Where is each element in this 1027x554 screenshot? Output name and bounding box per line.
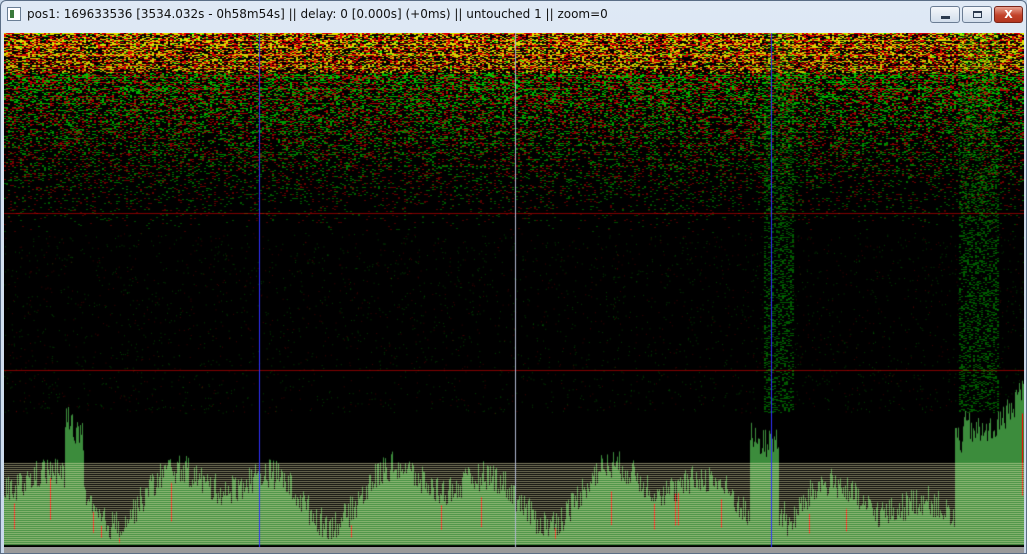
title-bar[interactable]: pos1: 169633536 [3534.032s - 0h58m54s] |… xyxy=(1,1,1026,29)
app-icon[interactable] xyxy=(7,7,21,21)
minimize-icon xyxy=(940,16,950,19)
bottom-strip xyxy=(4,547,1024,553)
window-title: pos1: 169633536 [3534.032s - 0h58m54s] |… xyxy=(27,7,608,21)
maximize-icon xyxy=(972,11,982,18)
spectrogram-view[interactable] xyxy=(4,33,1024,553)
close-icon: X xyxy=(1004,8,1013,21)
minimize-button[interactable] xyxy=(930,6,960,23)
spectrogram-canvas[interactable] xyxy=(4,33,1024,553)
close-button[interactable]: X xyxy=(994,6,1023,23)
maximize-button[interactable] xyxy=(962,6,992,23)
app-window: pos1: 169633536 [3534.032s - 0h58m54s] |… xyxy=(0,0,1027,554)
